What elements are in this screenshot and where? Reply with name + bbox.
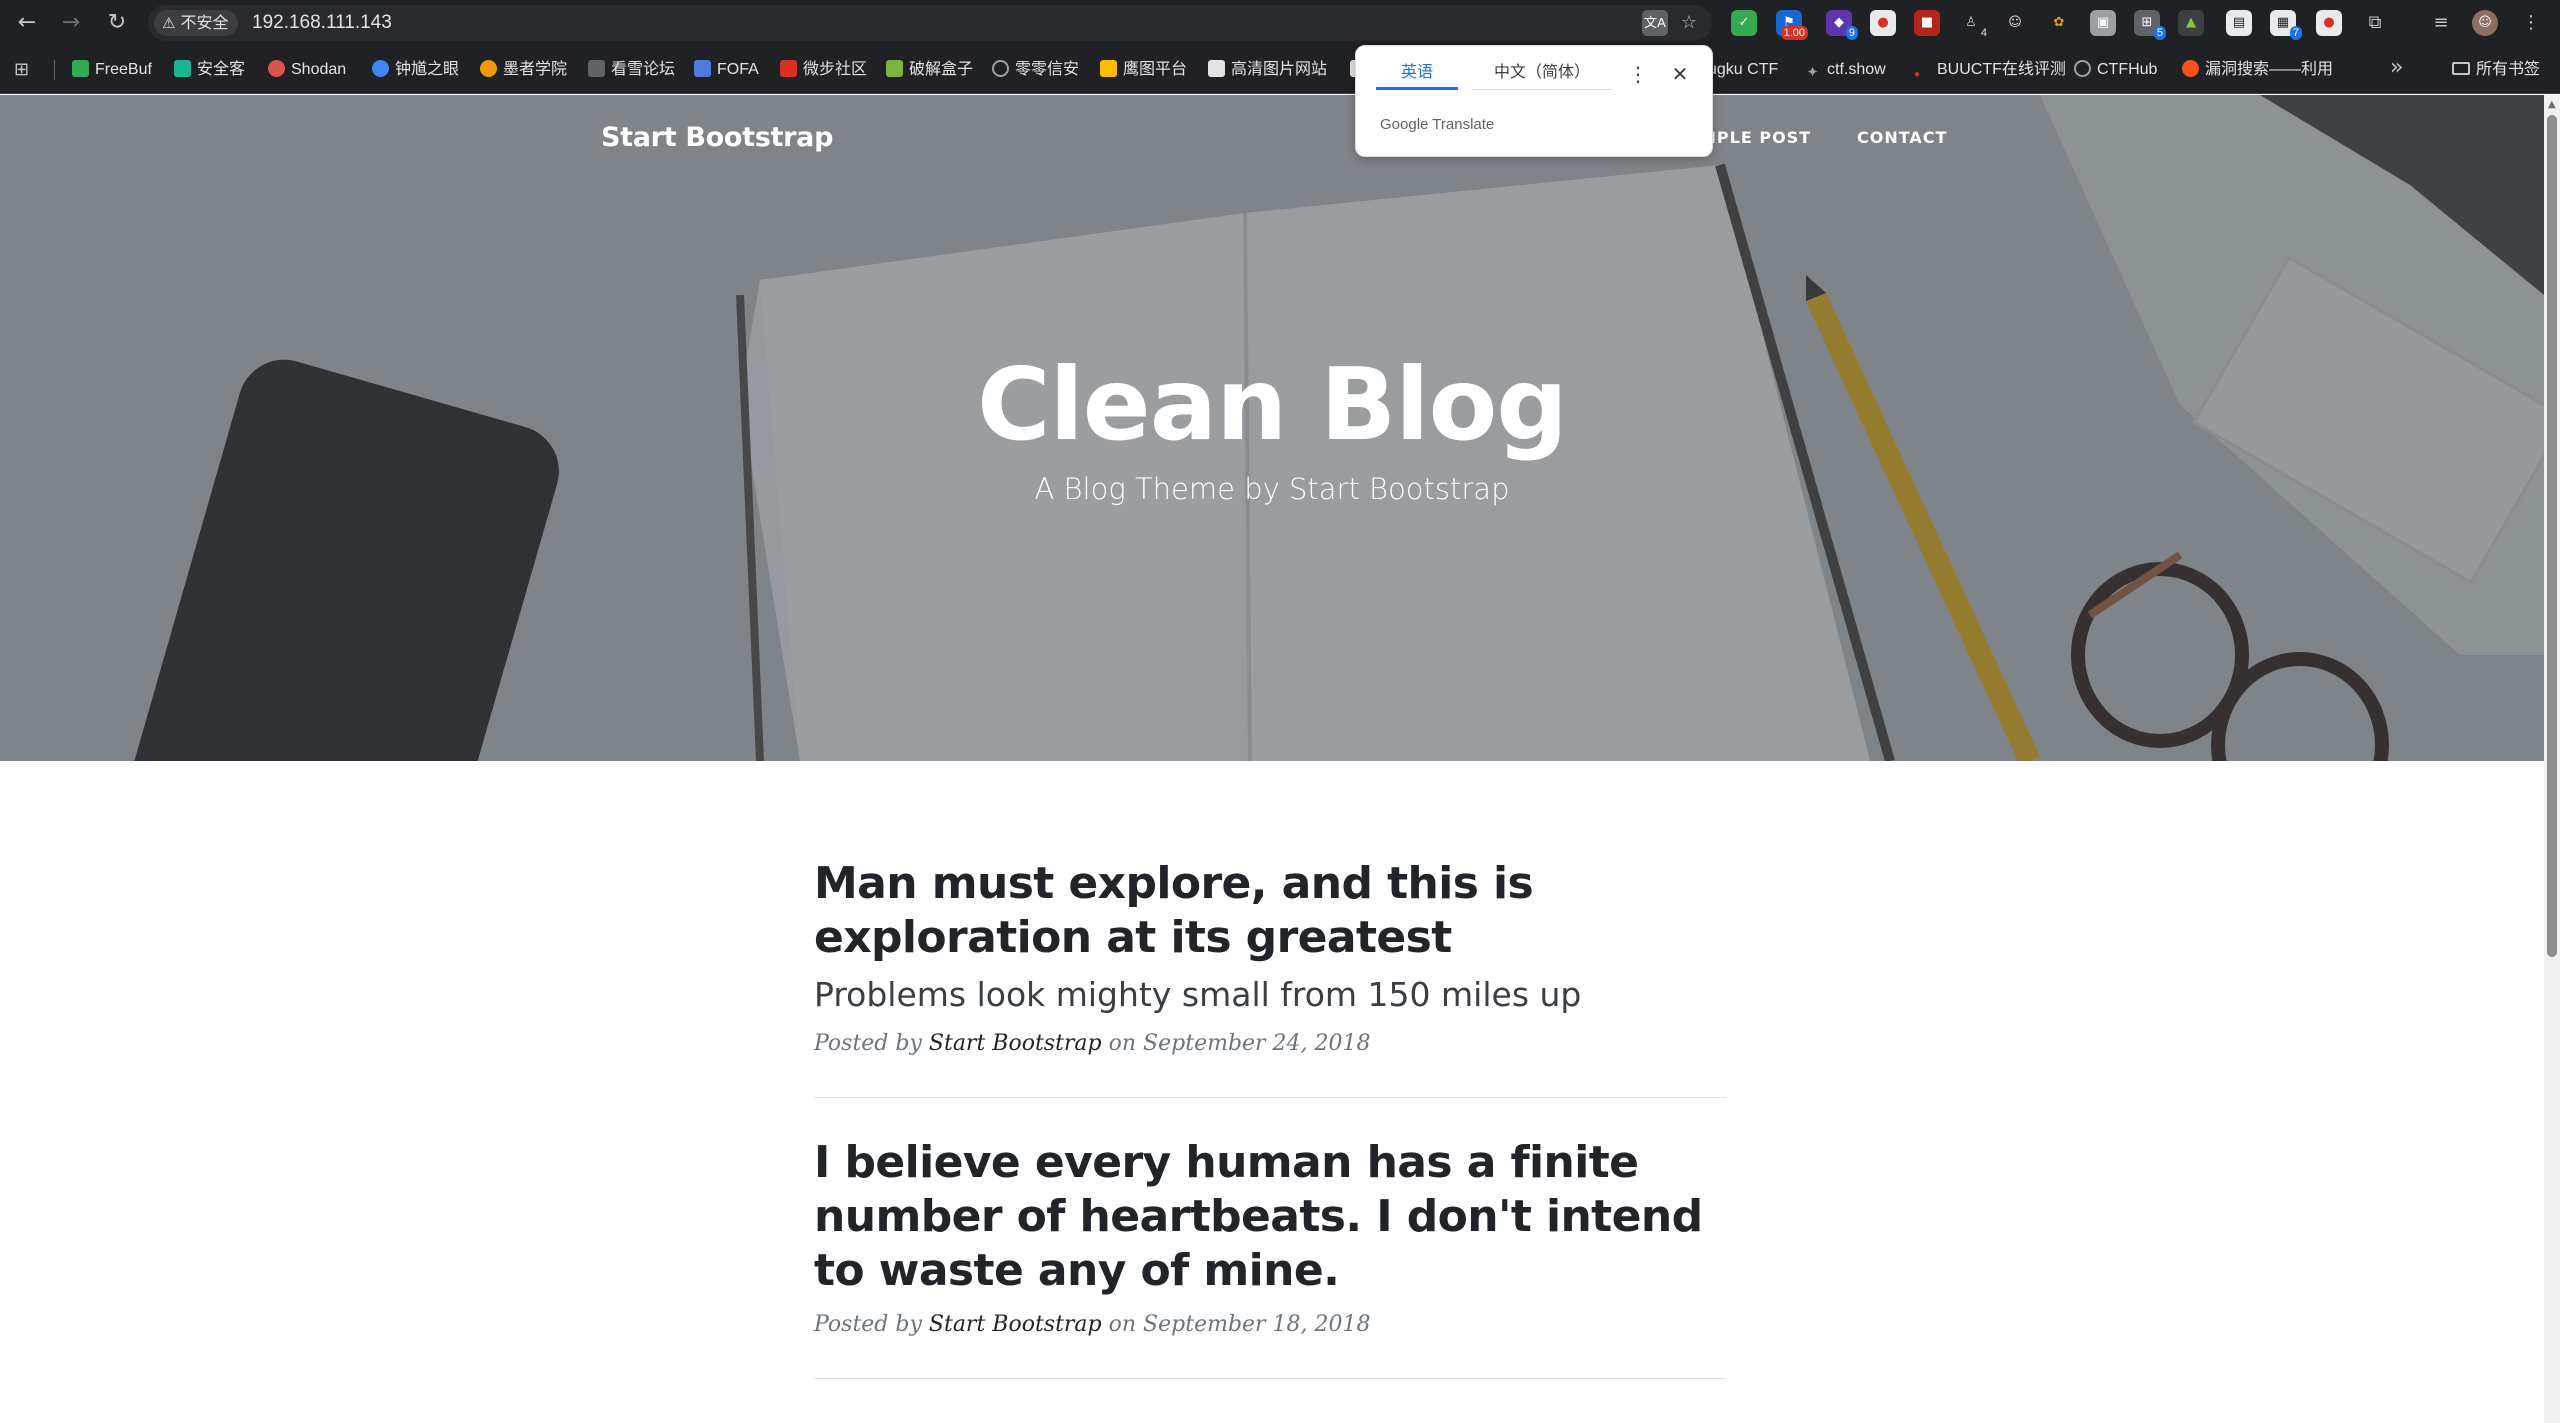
translate-popup: 英语 中文（简体） ⋮ ✕ Google Translate [1355,45,1713,157]
avatar[interactable]: ☺ [2472,10,2498,36]
post-list: Man must explore, and this is exploratio… [814,857,1726,1379]
all-bookmarks-folder[interactable]: 所有书签 [2452,58,2540,82]
bookmark-item[interactable]: CTFHub [2074,58,2157,82]
nav-link-sample-post[interactable]: MPLE POST [1700,128,1811,147]
star-icon[interactable]: ☆ [1676,10,1702,36]
bookmark-favicon-icon [886,60,903,77]
reading-list-icon[interactable]: ≡ [2428,10,2454,36]
bookmark-item[interactable]: ● BUUCTF在线评测 [1914,58,2066,82]
post-preview: I believe every human has a finite numbe… [814,1098,1726,1379]
bookmark-favicon-icon [694,60,711,77]
extension-icon[interactable]: ▲ [2178,10,2204,36]
bookmark-favicon-icon [480,60,497,77]
page-viewport: Start Bootstrap MPLE POST CONTACT Clean … [0,95,2544,1423]
site-brand-link[interactable]: Start Bootstrap [601,122,833,153]
author-link[interactable]: Start Bootstrap [929,1312,1102,1337]
puzzle-icon[interactable]: ⧉ [2362,10,2388,36]
bookmark-favicon-icon [1208,60,1225,77]
warning-icon: ⚠ [162,14,176,32]
bookmark-item[interactable]: ✦ ctf.show [1804,58,1885,82]
nav-link-contact[interactable]: CONTACT [1857,128,1947,147]
reload-icon[interactable]: ↻ [102,8,132,38]
author-link[interactable]: Start Bootstrap [929,1031,1102,1056]
kebab-menu-icon[interactable]: ⋮ [1626,60,1650,88]
translate-tab-source[interactable]: 英语 [1376,62,1458,90]
bookmark-item[interactable]: 破解盒子 [886,58,973,82]
bookmark-item[interactable]: 安全客 [174,58,245,82]
bookmark-item[interactable]: 漏洞搜索——利用 [2182,58,2333,82]
post-subtitle-link[interactable]: Problems look mighty small from 150 mile… [814,973,1726,1017]
browser-toolbar: ← → ↻ ⚠ 不安全 192.168.111.143 文A ☆ ✓ ⚑ 1.00 … [0,0,2560,46]
security-chip[interactable]: ⚠ 不安全 [154,10,239,36]
shield-extension-icon[interactable]: ✓ [1731,10,1757,36]
bookmark-favicon-icon [268,60,285,77]
scroll-up-arrow-icon[interactable]: ▲ [2548,99,2556,110]
bookmark-favicon-icon [780,60,797,77]
bookmark-favicon-icon [2182,60,2199,77]
bookmark-favicon-icon [72,60,89,77]
bookmark-item[interactable]: 高清图片网站 [1208,58,1327,82]
bookmark-item[interactable]: 钟馗之眼 [372,58,459,82]
extension-icon[interactable]: ⊞ 5 [2134,10,2166,40]
back-arrow-icon[interactable]: ← [12,8,42,38]
masthead: Start Bootstrap MPLE POST CONTACT Clean … [0,95,2544,761]
forward-arrow-icon[interactable]: → [56,8,86,38]
extension-icon[interactable]: ■ [1914,10,1940,36]
extension-icon[interactable]: ▤ [2226,10,2252,36]
bookmarks-divider [54,60,55,80]
kebab-menu-icon[interactable]: ⋮ [2518,10,2544,36]
double-chevron-right-icon[interactable]: » [2390,56,2403,80]
extension-icon[interactable]: ● [2316,10,2342,36]
google-translate-logo: Google Translate [1380,116,1495,133]
bookmark-item[interactable]: 看雪论坛 [588,58,675,82]
bookmark-item[interactable]: 墨者学院 [480,58,567,82]
bookmark-item[interactable]: Shodan [268,58,346,82]
post-title-link[interactable]: Man must explore, and this is exploratio… [814,857,1726,965]
extension-icon[interactable]: ☺ [2002,10,2028,36]
url-text[interactable]: 192.168.111.143 [252,5,392,41]
bookmark-favicon-icon [588,60,605,77]
post-meta: Posted by Start Bootstrap on September 1… [814,1312,1371,1337]
extension-icon[interactable]: ▦ 7 [2270,10,2302,40]
bookmark-favicon-icon: ✦ [1806,63,1819,81]
extension-icon[interactable]: ◆ 9 [1826,10,1858,40]
bookmark-favicon-icon [174,60,191,77]
bookmark-item[interactable]: 鹰图平台 [1100,58,1187,82]
extension-icon[interactable]: ● [1870,10,1896,36]
bookmark-favicon-icon [2074,60,2091,77]
hero-subtitle: A Blog Theme by Start Bootstrap [1034,472,1510,506]
bookmark-item[interactable]: 零零信安 [992,58,1079,82]
translate-tab-target[interactable]: 中文（简体） [1472,62,1612,90]
apps-grid-icon[interactable]: ⊞ [14,58,29,82]
extension-icon[interactable]: ♙ 4 [1958,10,1987,39]
bookmark-favicon-icon [992,60,1009,77]
bookmark-item[interactable]: FOFA [694,58,759,82]
address-bar[interactable]: ⚠ 不安全 192.168.111.143 文A ☆ [148,5,1712,41]
bookmark-item[interactable]: FreeBuf [72,58,152,82]
post-preview: Man must explore, and this is exploratio… [814,857,1726,1098]
close-icon[interactable]: ✕ [1666,60,1694,88]
hero-title: Clean Blog [977,346,1568,463]
bookmarks-bar: ⊞ FreeBuf 安全客 Shodan 钟馗之眼 墨者学院 看雪论坛 FOFA… [0,46,2560,94]
scrollbar-thumb[interactable] [2547,115,2557,957]
bookmark-favicon-icon [1100,60,1117,77]
bookmark-favicon-icon [372,60,389,77]
page-scrollbar[interactable]: ▲ [2544,95,2560,1423]
post-meta: Posted by Start Bootstrap on September 2… [814,1031,1371,1056]
post-title-link[interactable]: I believe every human has a finite numbe… [814,1136,1726,1298]
translate-icon[interactable]: 文A [1642,10,1668,36]
folder-icon [2452,62,2470,75]
bookmark-item[interactable]: ugku CTF [1708,58,1778,82]
extension-icon[interactable]: ⚑ 1.00 [1776,10,1808,40]
extension-icon[interactable]: ✿ [2046,10,2072,36]
extension-icon[interactable]: ▣ [2090,10,2116,36]
bookmark-favicon-icon: ● [1914,69,1921,80]
bookmark-item[interactable]: 微步社区 [780,58,867,82]
